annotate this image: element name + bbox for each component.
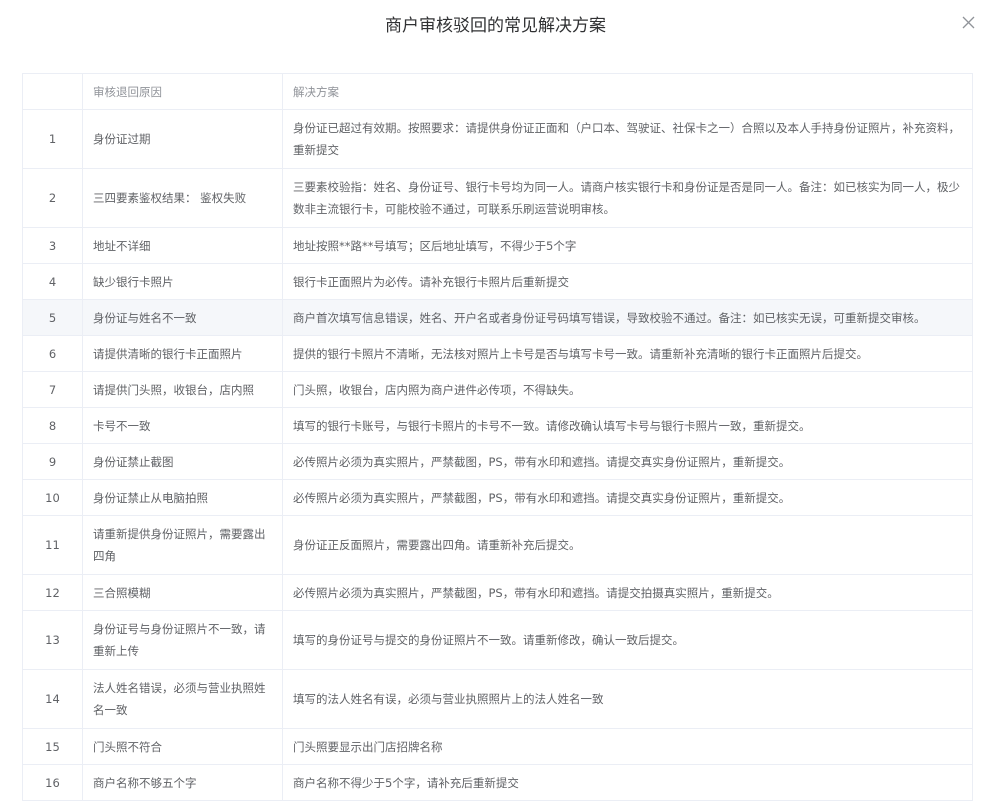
- row-reason: 三四要素鉴权结果： 鉴权失败: [82, 168, 283, 228]
- row-index: 10: [22, 479, 83, 516]
- row-index: 1: [22, 109, 83, 169]
- row-reason: 缺少银行卡照片: [82, 263, 283, 300]
- table-row: 3 地址不详细 地址按照**路**号填写；区后地址填写，不得少于5个字: [22, 227, 973, 264]
- table-row: 8 卡号不一致 填写的银行卡账号，与银行卡照片的卡号不一致。请修改确认填写卡号与…: [22, 407, 973, 444]
- row-reason: 三合照模糊: [82, 574, 283, 611]
- row-index: 7: [22, 371, 83, 408]
- row-solution: 地址按照**路**号填写；区后地址填写，不得少于5个字: [282, 227, 973, 264]
- table-header-row: 审核退回原因 解决方案: [22, 73, 973, 110]
- table-row: 11 请重新提供身份证照片，需要露出四角 身份证正反面照片，需要露出四角。请重新…: [22, 515, 973, 575]
- row-index: 15: [22, 728, 83, 765]
- row-reason: 身份证过期: [82, 109, 283, 169]
- row-reason: 身份证禁止从电脑拍照: [82, 479, 283, 516]
- row-solution: 门头照，收银台，店内照为商户进件必传项，不得缺失。: [282, 371, 973, 408]
- solutions-table: 审核退回原因 解决方案 1 身份证过期 身份证已超过有效期。按照要求：请提供身份…: [22, 73, 973, 801]
- row-reason: 请提供门头照，收银台，店内照: [82, 371, 283, 408]
- table-row-highlighted: 5 身份证与姓名不一致 商户首次填写信息错误，姓名、开户名或者身份证号码填写错误…: [22, 299, 973, 336]
- row-reason: 门头照不符合: [82, 728, 283, 765]
- row-solution: 必传照片必须为真实照片，严禁截图，PS，带有水印和遮挡。请提交拍摄真实照片，重新…: [282, 574, 973, 611]
- row-solution: 身份证正反面照片，需要露出四角。请重新补充后提交。: [282, 515, 973, 575]
- table-row: 16 商户名称不够五个字 商户名称不得少于5个字，请补充后重新提交: [22, 764, 973, 801]
- table-row: 15 门头照不符合 门头照要显示出门店招牌名称: [22, 728, 973, 765]
- table-row: 12 三合照模糊 必传照片必须为真实照片，严禁截图，PS，带有水印和遮挡。请提交…: [22, 574, 973, 611]
- table-row: 6 请提供清晰的银行卡正面照片 提供的银行卡照片不清晰，无法核对照片上卡号是否与…: [22, 335, 973, 372]
- row-solution: 身份证已超过有效期。按照要求：请提供身份证正面和（户口本、驾驶证、社保卡之一）合…: [282, 109, 973, 169]
- row-solution: 提供的银行卡照片不清晰，无法核对照片上卡号是否与填写卡号一致。请重新补充清晰的银…: [282, 335, 973, 372]
- row-index: 3: [22, 227, 83, 264]
- row-index: 8: [22, 407, 83, 444]
- row-solution: 填写的银行卡账号，与银行卡照片的卡号不一致。请修改确认填写卡号与银行卡照片一致，…: [282, 407, 973, 444]
- row-index: 9: [22, 443, 83, 480]
- row-reason: 身份证与姓名不一致: [82, 299, 283, 336]
- row-reason: 地址不详细: [82, 227, 283, 264]
- row-index: 2: [22, 168, 83, 228]
- header-reason: 审核退回原因: [82, 73, 283, 110]
- row-reason: 商户名称不够五个字: [82, 764, 283, 801]
- row-index: 5: [22, 299, 83, 336]
- table-row: 10 身份证禁止从电脑拍照 必传照片必须为真实照片，严禁截图，PS，带有水印和遮…: [22, 479, 973, 516]
- table-row: 2 三四要素鉴权结果： 鉴权失败 三要素校验指：姓名、身份证号、银行卡号均为同一…: [22, 168, 973, 228]
- close-icon: [962, 16, 975, 29]
- row-reason: 身份证禁止截图: [82, 443, 283, 480]
- row-solution: 填写的法人姓名有误，必须与营业执照照片上的法人姓名一致: [282, 669, 973, 729]
- row-index: 12: [22, 574, 83, 611]
- row-reason: 法人姓名错误，必须与营业执照姓名一致: [82, 669, 283, 729]
- row-solution: 三要素校验指：姓名、身份证号、银行卡号均为同一人。请商户核实银行卡和身份证是否是…: [282, 168, 973, 228]
- row-index: 16: [22, 764, 83, 801]
- dialog-title: 商户审核驳回的常见解决方案: [385, 16, 606, 36]
- table-row: 7 请提供门头照，收银台，店内照 门头照，收银台，店内照为商户进件必传项，不得缺…: [22, 371, 973, 408]
- row-solution: 商户首次填写信息错误，姓名、开户名或者身份证号码填写错误，导致校验不通过。备注：…: [282, 299, 973, 336]
- row-index: 11: [22, 515, 83, 575]
- table-row: 4 缺少银行卡照片 银行卡正面照片为必传。请补充银行卡照片后重新提交: [22, 263, 973, 300]
- table-row: 9 身份证禁止截图 必传照片必须为真实照片，严禁截图，PS，带有水印和遮挡。请提…: [22, 443, 973, 480]
- row-solution: 必传照片必须为真实照片，严禁截图，PS，带有水印和遮挡。请提交真实身份证照片，重…: [282, 479, 973, 516]
- table-row: 1 身份证过期 身份证已超过有效期。按照要求：请提供身份证正面和（户口本、驾驶证…: [22, 109, 973, 169]
- header-solution: 解决方案: [282, 73, 973, 110]
- row-index: 14: [22, 669, 83, 729]
- table-row: 14 法人姓名错误，必须与营业执照姓名一致 填写的法人姓名有误，必须与营业执照照…: [22, 669, 973, 729]
- row-index: 6: [22, 335, 83, 372]
- row-index: 4: [22, 263, 83, 300]
- close-button[interactable]: [958, 12, 980, 34]
- row-index: 13: [22, 610, 83, 670]
- header-index: [22, 73, 83, 110]
- row-reason: 请提供清晰的银行卡正面照片: [82, 335, 283, 372]
- row-reason: 卡号不一致: [82, 407, 283, 444]
- row-reason: 身份证号与身份证照片不一致，请重新上传: [82, 610, 283, 670]
- table-row: 13 身份证号与身份证照片不一致，请重新上传 填写的身份证号与提交的身份证照片不…: [22, 610, 973, 670]
- row-solution: 必传照片必须为真实照片，严禁截图，PS，带有水印和遮挡。请提交真实身份证照片，重…: [282, 443, 973, 480]
- row-reason: 请重新提供身份证照片，需要露出四角: [82, 515, 283, 575]
- row-solution: 银行卡正面照片为必传。请补充银行卡照片后重新提交: [282, 263, 973, 300]
- row-solution: 填写的身份证号与提交的身份证照片不一致。请重新修改，确认一致后提交。: [282, 610, 973, 670]
- row-solution: 商户名称不得少于5个字，请补充后重新提交: [282, 764, 973, 801]
- row-solution: 门头照要显示出门店招牌名称: [282, 728, 973, 765]
